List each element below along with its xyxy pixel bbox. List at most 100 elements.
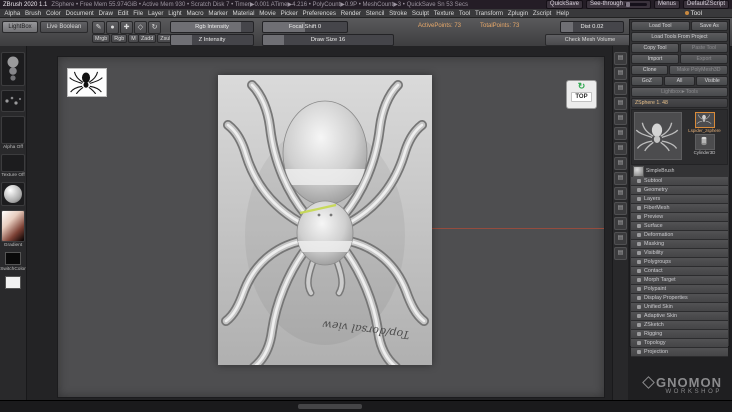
copy-tool-button[interactable]: Copy Tool [631,43,679,53]
subpalette-row[interactable]: Layers [631,195,728,204]
menu-item[interactable]: Zplugin [505,10,530,17]
subpalette-row[interactable]: Subtool [631,177,728,186]
subpalette-row[interactable]: Contact [631,267,728,276]
subpalette-row[interactable]: Rigging [631,330,728,339]
menu-item[interactable]: Color [44,10,64,17]
default-zscript-button[interactable]: DefaultZScript [682,0,729,9]
color-picker[interactable] [1,210,25,242]
current-tool-preview[interactable] [634,112,682,160]
rgb-intensity-slider[interactable]: Rgb Intensity [170,21,254,33]
recent-tool-spider[interactable] [694,112,715,128]
material-thumbnail[interactable] [1,182,25,206]
subpalette-row[interactable]: FiberMesh [631,204,728,213]
see-through-track[interactable] [624,2,647,7]
z-intensity-slider[interactable]: Z Intensity [170,34,254,46]
load-tools-from-project-button[interactable]: Load Tools From Project [631,32,728,42]
palette-dock-icon[interactable]: ▤ [614,52,627,65]
subpalette-row[interactable]: Adaptive Skin [631,312,728,321]
texture-thumbnail[interactable] [1,154,25,172]
rotate-icon[interactable]: ↻ [148,21,161,34]
menu-item[interactable]: Transform [473,10,506,17]
subpalette-row[interactable]: Topology [631,339,728,348]
color-mode-button[interactable]: Mrgb [92,34,111,43]
secondary-color-swatch[interactable] [5,276,21,289]
stroke-thumbnail[interactable] [1,90,25,112]
draw-size-slider[interactable]: Draw Size 16 [262,34,394,46]
current-brush-thumbnail[interactable] [1,52,25,86]
color-mode-button[interactable]: Rgb [111,34,128,43]
palette-dock-icon[interactable]: ▤ [614,217,627,230]
live-boolean-button[interactable]: Live Boolean [40,21,88,33]
palette-dock-icon[interactable]: ▤ [614,187,627,200]
main-color-swatch[interactable] [5,252,21,265]
scale-icon[interactable]: ◇ [134,21,147,34]
subpalette-row[interactable]: Polygroups [631,258,728,267]
goz-visible-button[interactable]: Visible [696,76,729,86]
palette-dock-icon[interactable]: ▤ [614,172,627,185]
edit-icon[interactable]: ✎ [92,21,105,34]
palette-dock-icon[interactable]: ▤ [614,232,627,245]
subpalette-row[interactable]: Deformation [631,231,728,240]
menu-item[interactable]: Sculpt [409,10,431,17]
see-through-knob[interactable] [625,2,630,7]
see-through-slider[interactable]: See-through [585,0,651,9]
subpalette-row[interactable]: Surface [631,222,728,231]
alpha-thumbnail[interactable] [1,116,25,144]
menus-button[interactable]: Menus [653,0,680,9]
sculpt-mode-button[interactable]: Zadd [138,34,157,43]
horizontal-scroll-handle[interactable] [298,404,362,409]
subpalette-row[interactable]: Geometry [631,186,728,195]
subpalette-row[interactable]: Unified Skin [631,303,728,312]
active-tool-button[interactable]: ZSphere 1. 48 [631,98,728,108]
menu-item[interactable]: Zscript [530,10,553,17]
subpalette-row[interactable]: Visibility [631,249,728,258]
import-button[interactable]: Import [631,54,679,64]
menu-item[interactable]: Alpha [2,10,23,17]
palette-dock-icon[interactable]: ▤ [614,82,627,95]
subpalette-row[interactable]: Preview [631,213,728,222]
palette-dock-icon[interactable]: ▤ [614,247,627,260]
menu-item[interactable]: Stencil [363,10,386,17]
goz-button[interactable]: GoZ [631,76,663,86]
draw-icon[interactable]: ● [106,21,119,34]
palette-dock-icon[interactable]: ▤ [614,157,627,170]
palette-dock-icon[interactable]: ▤ [614,97,627,110]
focal-shift-slider[interactable]: Focal Shift 0 [262,21,348,33]
viewport-area[interactable]: Top/dorsal view ↻ TOP [27,46,612,400]
paste-tool-button[interactable]: Paste Tool [680,43,728,53]
menu-item[interactable]: Macro [184,10,206,17]
canvas[interactable]: Top/dorsal view [218,75,432,365]
menu-item[interactable]: Movie [257,10,278,17]
recent-tool-cylinder[interactable] [694,134,715,150]
menu-item[interactable]: Light [166,10,184,17]
menu-item[interactable]: Draw [96,10,115,17]
camera-orientation-gizmo[interactable]: ↻ TOP [566,80,597,109]
clone-button[interactable]: Clone [631,65,669,75]
export-button[interactable]: Export [680,54,728,64]
menu-item[interactable]: Document [63,10,96,17]
quicksave-button[interactable]: QuickSave [545,0,583,9]
dist-slider[interactable]: Dist 0.02 [560,21,624,33]
menu-item[interactable]: Tool [456,10,472,17]
subpalette-row[interactable]: Polypaint [631,285,728,294]
menu-item[interactable]: File [131,10,146,17]
menu-item[interactable]: Help [554,10,572,17]
subpalette-row[interactable]: Display Properties [631,294,728,303]
menu-item[interactable]: Edit [115,10,130,17]
lightbox-tools-button[interactable]: Lightbox►Tools [631,87,728,97]
zbrush-document[interactable]: Top/dorsal view ↻ TOP [57,56,605,398]
palette-dock-icon[interactable]: ▤ [614,127,627,140]
menu-item[interactable]: Stroke [387,10,410,17]
simplebrush-row[interactable]: SimpleBrush [631,165,728,177]
palette-dock-icon[interactable]: ▤ [614,112,627,125]
save-as-button[interactable]: Save As [690,21,728,31]
subpalette-row[interactable]: Masking [631,240,728,249]
menu-item[interactable]: Render [338,10,363,17]
load-tool-button[interactable]: Load Tool [631,21,690,31]
menu-item[interactable]: Brush [23,10,44,17]
palette-dock-icon[interactable]: ▤ [614,202,627,215]
make-polymesh3d-button[interactable]: Make PolyMesh3D [669,65,728,75]
palette-dock-icon[interactable]: ▤ [614,67,627,80]
menu-item[interactable]: Layer [146,10,166,17]
goz-all-button[interactable]: All [663,76,696,86]
